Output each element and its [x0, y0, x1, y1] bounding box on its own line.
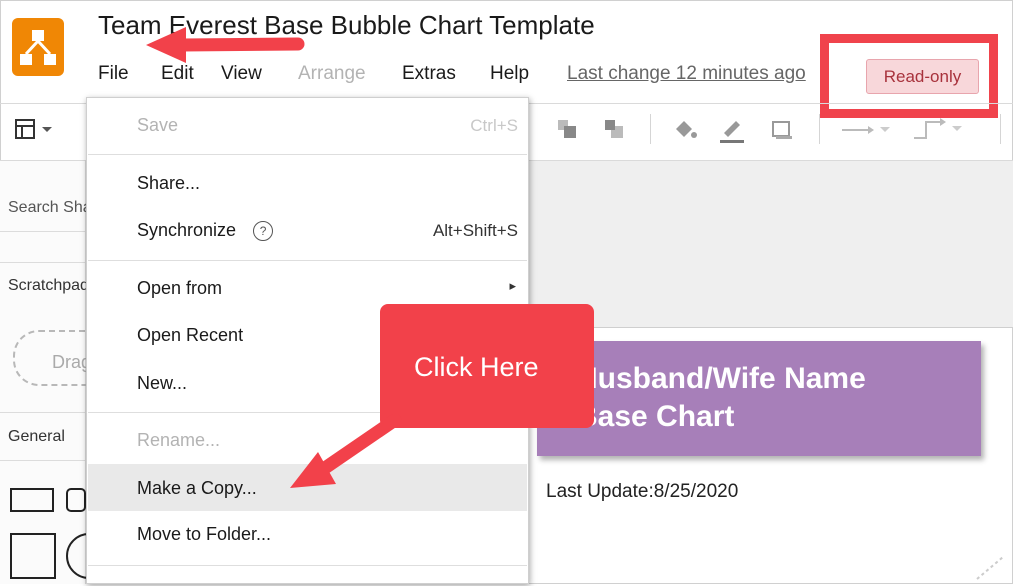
arrow-to-file-menu-icon — [146, 27, 305, 63]
annotation-arrows — [146, 27, 402, 488]
arrow-to-make-copy-icon — [290, 413, 402, 488]
